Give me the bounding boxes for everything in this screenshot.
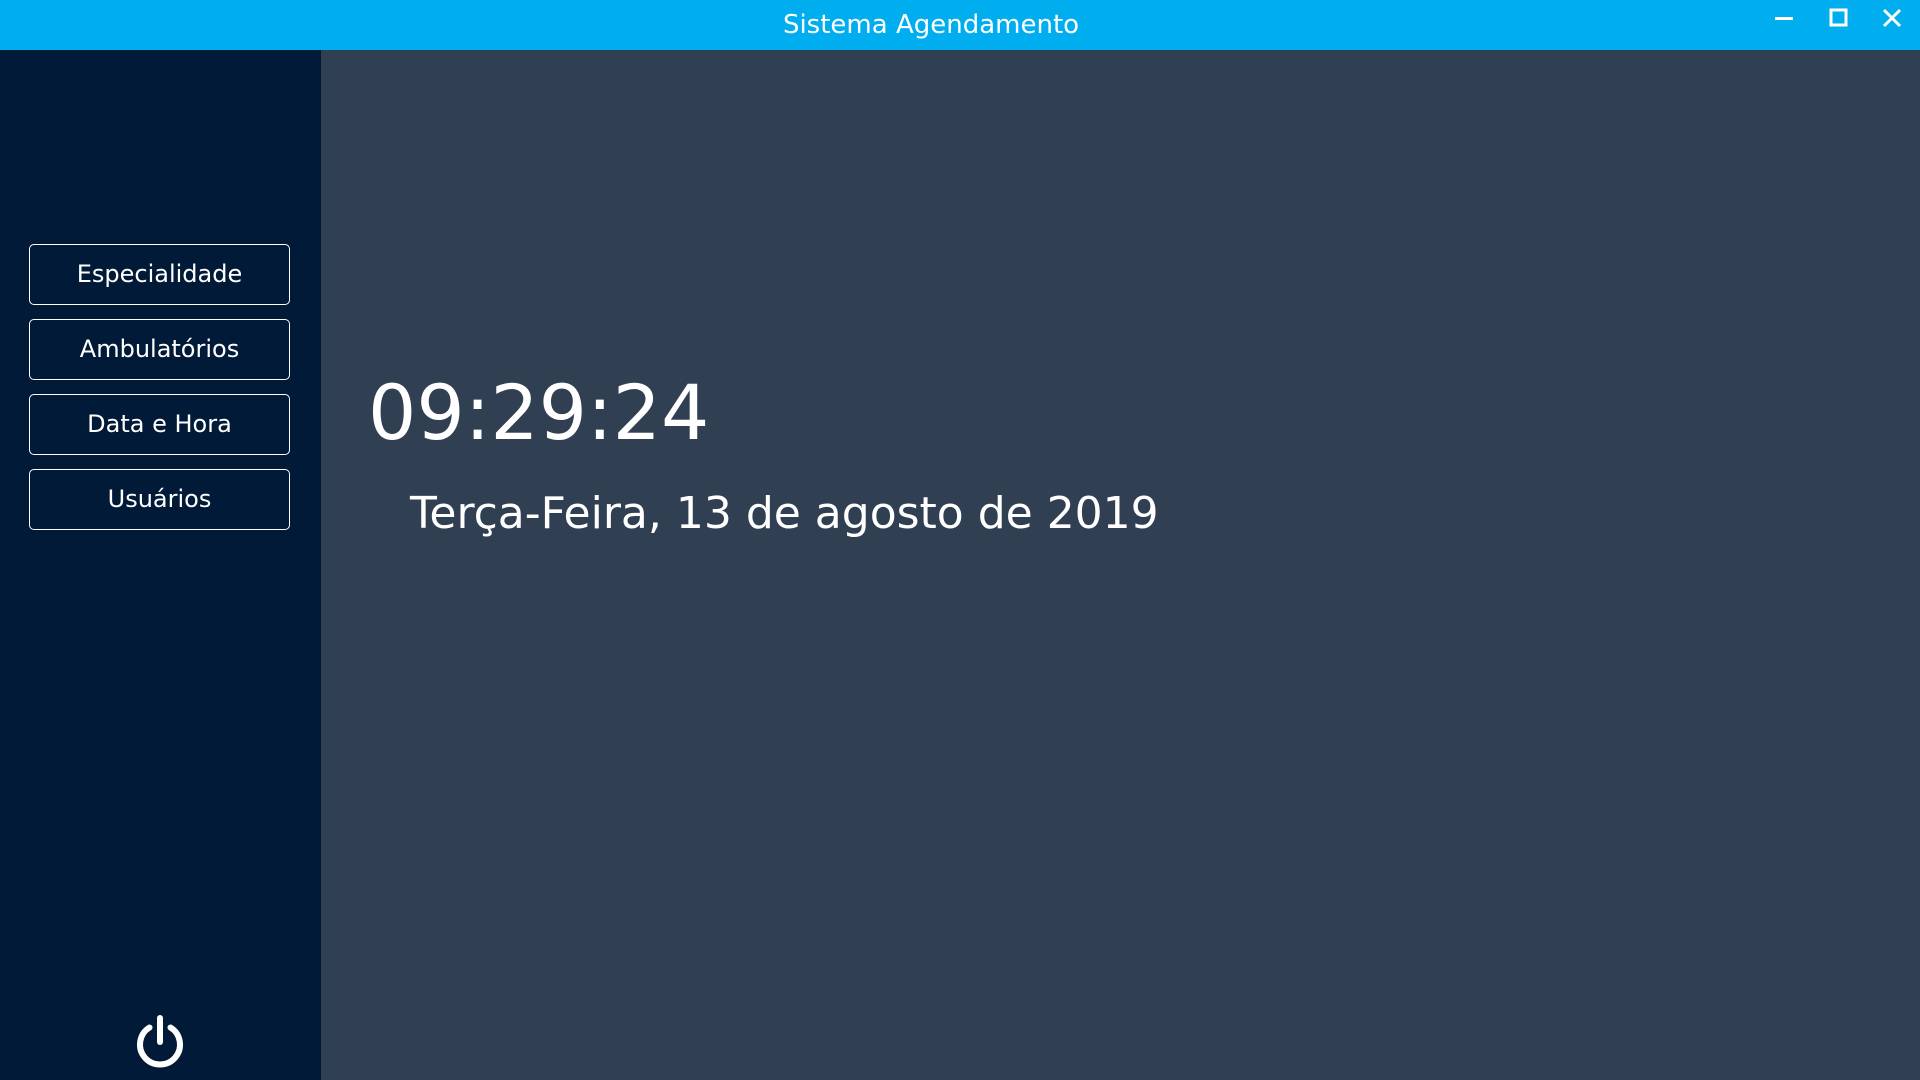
minimize-icon [1775,17,1793,20]
ambulatorios-button[interactable]: Ambulatórios [29,319,290,380]
sidebar: Especialidade Ambulatórios Data e Hora U… [0,50,321,1080]
window-title: Sistema Agendamento [782,10,1080,40]
power-icon [137,1015,183,1068]
maximize-icon [1829,8,1848,27]
minimize-button[interactable] [1759,0,1809,40]
close-button[interactable] [1867,0,1917,40]
clock-time: 09:29:24 [368,368,710,457]
close-icon [1882,8,1902,28]
especialidade-button[interactable]: Especialidade [29,244,290,305]
data-e-hora-button[interactable]: Data e Hora [29,394,290,455]
power-button[interactable] [130,1012,190,1072]
usuarios-button[interactable]: Usuários [29,469,290,530]
current-date: Terça-Feira, 13 de agosto de 2019 [410,488,1159,539]
app-window: Sistema Agendamento Especialidade Ambula… [0,0,1920,1080]
maximize-button[interactable] [1813,0,1863,40]
title-bar[interactable]: Sistema Agendamento [0,0,1920,50]
